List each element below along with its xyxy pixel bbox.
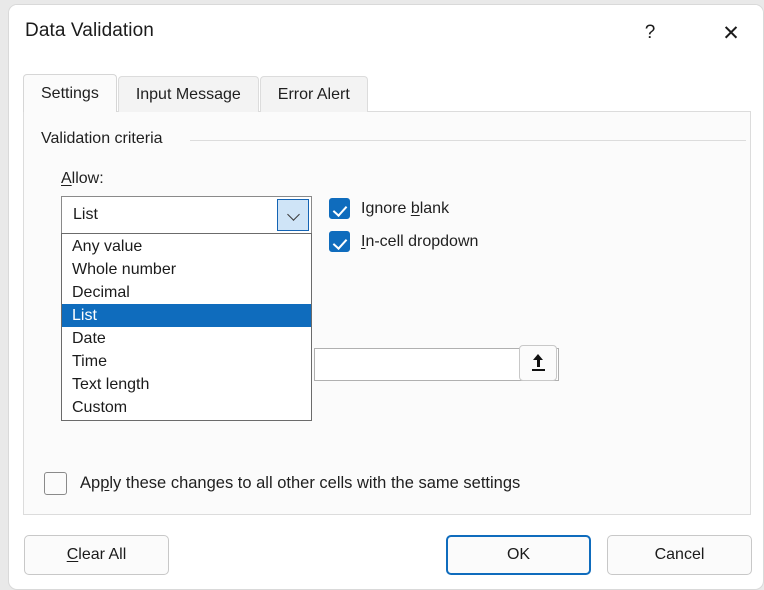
allow-label: Allow: bbox=[61, 170, 104, 188]
screen: Data Validation ? ✕ Settings Input Messa… bbox=[0, 0, 764, 590]
allow-dropdown-list[interactable]: Any value Whole number Decimal List Date… bbox=[61, 233, 312, 421]
dropdown-option-date[interactable]: Date bbox=[62, 327, 311, 350]
ignore-blank-label-pre: Ignore bbox=[361, 199, 411, 217]
clear-all-label: lear All bbox=[78, 546, 127, 563]
tab-settings-label: Settings bbox=[41, 84, 99, 102]
dropdown-option-decimal[interactable]: Decimal bbox=[62, 281, 311, 304]
dropdown-option-text-length[interactable]: Text length bbox=[62, 373, 311, 396]
allow-label-rest: llow: bbox=[71, 170, 104, 187]
dropdown-option-list[interactable]: List bbox=[62, 304, 311, 327]
close-icon[interactable]: ✕ bbox=[711, 15, 751, 51]
dropdown-option-custom[interactable]: Custom bbox=[62, 396, 311, 419]
range-select-icon[interactable] bbox=[519, 345, 557, 381]
ignore-blank-checkbox-row[interactable]: Ignore blank bbox=[329, 198, 449, 219]
dropdown-option-any-value[interactable]: Any value bbox=[62, 235, 311, 258]
title-bar: Data Validation ? ✕ bbox=[9, 5, 763, 61]
ok-button[interactable]: OK bbox=[446, 535, 591, 575]
allow-label-mnemonic: A bbox=[61, 170, 72, 187]
ignore-blank-checkbox[interactable] bbox=[329, 198, 350, 219]
help-icon[interactable]: ? bbox=[630, 15, 670, 51]
ignore-blank-label: Ignore blank bbox=[361, 200, 449, 218]
clear-all-button[interactable]: Clear All bbox=[24, 535, 169, 575]
allow-combobox[interactable]: List bbox=[61, 196, 312, 234]
apply-to-all-checkbox[interactable] bbox=[44, 472, 67, 495]
ignore-blank-label-mnemonic: b bbox=[410, 199, 420, 217]
in-cell-dropdown-checkbox-row[interactable]: In-cell dropdown bbox=[329, 231, 478, 252]
in-cell-dropdown-checkbox[interactable] bbox=[329, 231, 350, 252]
group-divider bbox=[190, 140, 746, 141]
dropdown-option-whole-number[interactable]: Whole number bbox=[62, 258, 311, 281]
apply-to-all-label: Apply these changes to all other cells w… bbox=[80, 474, 520, 493]
apply-to-all-checkbox-row[interactable]: Apply these changes to all other cells w… bbox=[44, 472, 520, 495]
tab-input-message[interactable]: Input Message bbox=[117, 76, 259, 112]
clear-all-mnemonic: C bbox=[66, 546, 79, 563]
dialog-title: Data Validation bbox=[25, 20, 154, 41]
chevron-down-icon[interactable] bbox=[277, 199, 309, 231]
tab-input-message-label: Input Message bbox=[135, 85, 241, 103]
dropdown-option-time[interactable]: Time bbox=[62, 350, 311, 373]
in-cell-dropdown-label: In-cell dropdown bbox=[361, 233, 478, 251]
apply-label-post: ly these changes to all other cells with… bbox=[109, 474, 521, 492]
tab-error-alert-label: Error Alert bbox=[277, 85, 350, 103]
data-validation-dialog: Data Validation ? ✕ Settings Input Messa… bbox=[8, 4, 764, 590]
validation-criteria-label: Validation criteria bbox=[41, 130, 163, 147]
tab-strip: Settings Input Message Error Alert bbox=[23, 74, 369, 112]
ignore-blank-label-post: lank bbox=[419, 199, 450, 217]
settings-panel: Validation criteria Allow: List Any valu… bbox=[23, 111, 751, 515]
in-cell-dropdown-label-post: n-cell dropdown bbox=[365, 232, 479, 250]
allow-combobox-value: List bbox=[73, 206, 98, 223]
tab-error-alert[interactable]: Error Alert bbox=[259, 76, 368, 112]
apply-label-pre: Ap bbox=[80, 474, 101, 492]
apply-label-mnemonic: p bbox=[100, 474, 110, 492]
tab-settings[interactable]: Settings bbox=[23, 74, 117, 112]
ok-button-label: OK bbox=[506, 546, 531, 563]
cancel-button-label: Cancel bbox=[654, 546, 705, 563]
cancel-button[interactable]: Cancel bbox=[607, 535, 752, 575]
